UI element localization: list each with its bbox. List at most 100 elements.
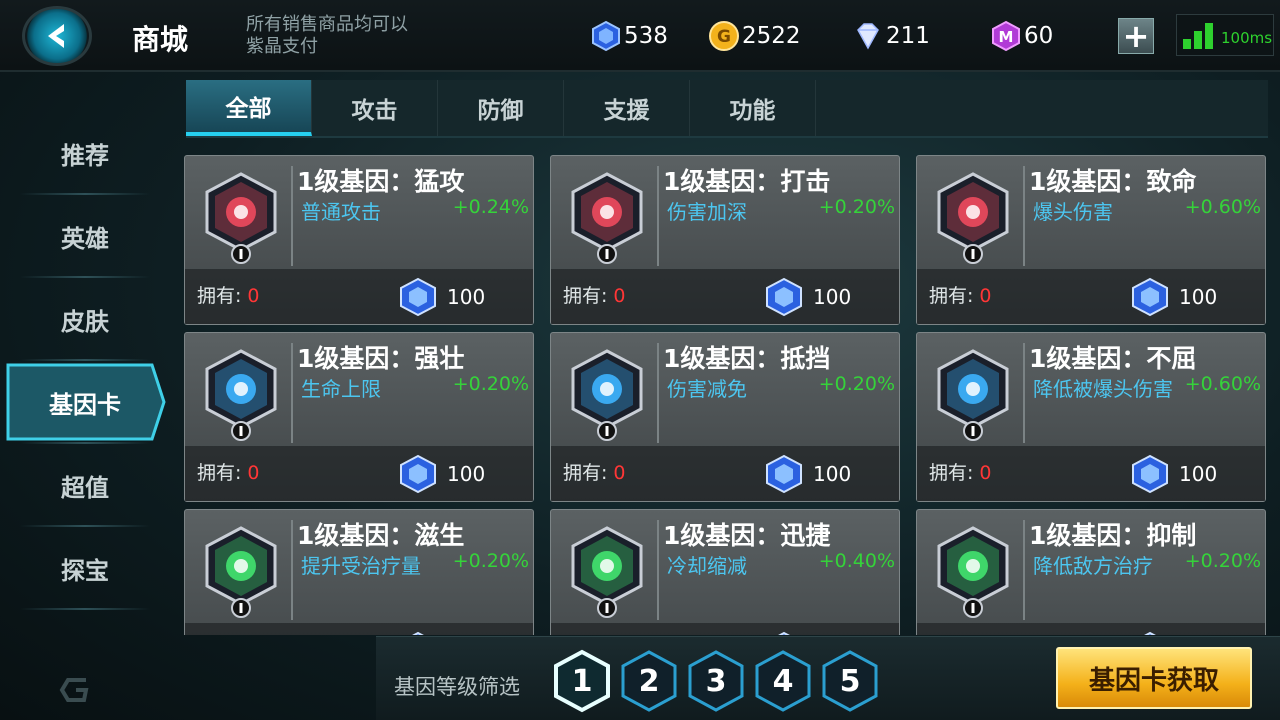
gene-card[interactable]: 1级基因：抵挡 伤害减免 +0.20% 拥有: 0 100	[550, 332, 900, 502]
diamond-icon	[857, 23, 879, 50]
level-filter-2[interactable]: 2	[619, 649, 679, 713]
add-currency-button[interactable]: +	[1118, 18, 1154, 54]
bottom-bar: 基因等级筛选 1 2 3 4 5 基因卡获取	[376, 636, 1280, 720]
gene-card[interactable]: 1级基因：不屈 降低被爆头伤害 +0.60% 拥有: 0 100	[916, 332, 1266, 502]
blue-crystal-icon	[1132, 454, 1168, 494]
price-value: 100	[447, 285, 486, 309]
card-name: 1级基因：滋生	[297, 521, 465, 550]
tab-attack[interactable]: 攻击	[312, 80, 438, 136]
level-number: 2	[638, 663, 660, 699]
sidebar-item-value[interactable]: 超值	[0, 444, 170, 527]
blue-crystal-icon	[412, 631, 424, 635]
owned-value: 0	[979, 285, 992, 307]
card-bonus-value: +0.60%	[1184, 196, 1261, 218]
purple-m-coin-icon: M	[992, 20, 1020, 52]
card-attribute: 伤害加深	[667, 200, 747, 224]
sidebar-item-gene-cards[interactable]: 基因卡	[0, 361, 170, 444]
card-price[interactable]: 100	[397, 276, 485, 318]
card-bonus-value: +0.20%	[452, 373, 529, 395]
card-price[interactable]: 100	[1129, 276, 1217, 318]
back-button[interactable]	[22, 6, 92, 66]
level-filter-3[interactable]: 3	[686, 649, 746, 713]
tab-function[interactable]: 功能	[690, 80, 816, 136]
level-filter-5[interactable]: 5	[820, 649, 880, 713]
level-filter-4[interactable]: 4	[753, 649, 813, 713]
level-number: 3	[705, 663, 727, 699]
card-divider	[657, 520, 659, 620]
card-price[interactable]: 100	[763, 453, 851, 495]
sidebar-item-recommend[interactable]: 推荐	[0, 112, 170, 195]
card-price[interactable]: 100	[397, 630, 485, 635]
blue-crystal-icon	[400, 277, 436, 317]
clock-plus-icon	[571, 526, 643, 618]
sidebar-item-treasure[interactable]: 探宝	[0, 527, 170, 610]
card-attribute: 爆头伤害	[1033, 200, 1113, 224]
blue-crystal-icon	[1144, 631, 1156, 635]
gene-card-grid: 1级基因：猛攻 普通攻击 +0.24% 拥有: 0 100 1级基因：打击伤害加深 +0.20…	[184, 155, 1266, 635]
tab-defense[interactable]: 防御	[438, 80, 564, 136]
gene-card[interactable]: 1级基因：强壮 生命上限 +0.20% 拥有: 0 100	[184, 332, 534, 502]
gene-card[interactable]: 1级基因：迅捷冷却缩减+0.40%拥有:0100	[550, 509, 900, 635]
card-divider	[1023, 343, 1025, 443]
owned-count: 拥有: 0	[197, 458, 260, 485]
helmet-shield-icon	[937, 349, 1009, 441]
card-price[interactable]: 100	[1129, 630, 1217, 635]
broken-heart-icon	[937, 526, 1009, 618]
blue-crystal-icon	[400, 454, 436, 494]
gene-card[interactable]: 1级基因：猛攻 普通攻击 +0.24% 拥有: 0 100	[184, 155, 534, 325]
owned-label: 拥有:	[929, 462, 974, 484]
card-attribute: 冷却缩减	[667, 554, 747, 578]
owned-value: 0	[613, 285, 626, 307]
card-price[interactable]: 100	[763, 276, 851, 318]
price-value: 100	[1179, 462, 1218, 486]
back-arrow-icon	[48, 24, 64, 48]
card-name: 1级基因：打击	[663, 167, 831, 196]
card-price[interactable]: 100	[763, 630, 851, 635]
card-divider	[291, 520, 293, 620]
get-gene-card-button[interactable]: 基因卡获取	[1056, 647, 1252, 709]
gene-card[interactable]: 1级基因：打击伤害加深 +0.20% 拥有: 0 100	[550, 155, 900, 325]
gene-card[interactable]: 1级基因：致命 爆头伤害 +0.60% 拥有: 0 100	[916, 155, 1266, 325]
tab-all[interactable]: 全部	[186, 80, 312, 136]
card-name: 1级基因：不屈	[1029, 344, 1197, 373]
sidebar-item-skins[interactable]: 皮肤	[0, 278, 170, 361]
sword-icon	[205, 172, 277, 264]
card-divider	[1023, 520, 1025, 620]
network-latency: 100ms	[1221, 29, 1273, 47]
shop-screen: 商城 所有销售商品均可以紫晶支付 538 G 2522 211 M 60 + 1…	[0, 0, 1280, 720]
card-bonus-value: +0.20%	[818, 196, 895, 218]
level-filter-label: 基因等级筛选	[394, 675, 520, 699]
level-filter-1[interactable]: 1	[552, 649, 612, 713]
top-bar: 商城 所有销售商品均可以紫晶支付 538 G 2522 211 M 60 + 1…	[0, 0, 1280, 72]
gene-card[interactable]: 1级基因：抑制降低敌方治疗+0.20%拥有:0100	[916, 509, 1266, 635]
card-price[interactable]: 100	[397, 453, 485, 495]
owned-count: 拥有: 0	[563, 281, 626, 308]
sidebar-item-heroes[interactable]: 英雄	[0, 195, 170, 278]
blue-crystal-icon	[766, 454, 802, 494]
card-divider	[291, 166, 293, 266]
owned-label: 拥有:	[197, 285, 242, 307]
blue-crystal-counter: 538	[590, 20, 668, 52]
owned-value: 0	[613, 462, 626, 484]
card-price[interactable]: 100	[1129, 453, 1217, 495]
card-attribute: 降低敌方治疗	[1033, 554, 1153, 578]
blue-crystal-icon	[592, 20, 620, 52]
gene-card[interactable]: 1级基因：滋生提升受治疗量+0.20%拥有:0100	[184, 509, 534, 635]
sidebar-item-label: 超值	[61, 474, 109, 502]
card-bonus-value: +0.40%	[818, 550, 895, 572]
price-value: 100	[1179, 285, 1218, 309]
owned-label: 拥有:	[197, 462, 242, 484]
card-name: 1级基因：猛攻	[297, 167, 465, 196]
game-logo-icon	[59, 678, 89, 702]
owned-label: 拥有:	[929, 285, 974, 307]
sidebar-item-label: 皮肤	[61, 308, 109, 336]
tab-support[interactable]: 支援	[564, 80, 690, 136]
card-attribute: 提升受治疗量	[301, 554, 421, 578]
blue-crystal-value: 538	[624, 23, 668, 49]
owned-label: 拥有:	[563, 462, 608, 484]
blue-crystal-icon	[778, 631, 790, 635]
blue-crystal-icon	[766, 277, 802, 317]
gold-coin-icon: G	[709, 21, 739, 51]
page-subtitle: 所有销售商品均可以紫晶支付	[246, 14, 408, 57]
card-divider	[1023, 166, 1025, 266]
